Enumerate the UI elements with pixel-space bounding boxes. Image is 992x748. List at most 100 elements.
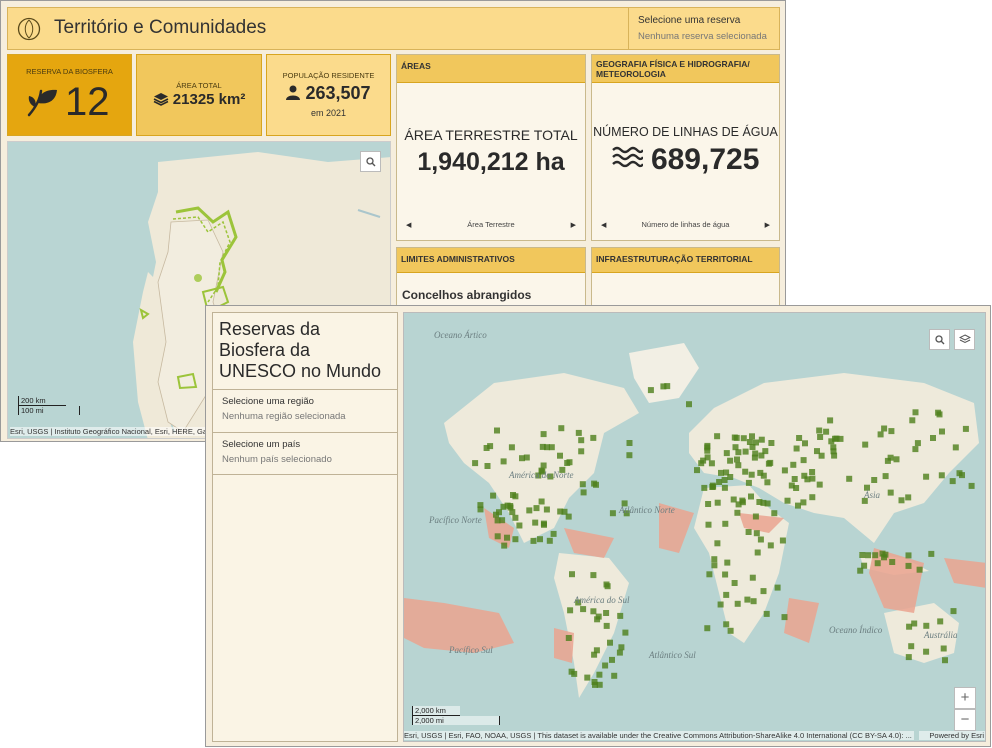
reserve-site-marker[interactable] (767, 542, 774, 549)
reserve-site-marker[interactable] (717, 601, 724, 608)
reserve-site-marker[interactable] (705, 521, 712, 528)
reserve-site-marker[interactable] (578, 437, 585, 444)
reserve-site-marker[interactable] (723, 591, 730, 598)
reserve-site-marker[interactable] (748, 471, 755, 478)
reserve-site-marker[interactable] (507, 503, 514, 509)
nav-prev-button[interactable]: ◀ (406, 221, 411, 229)
reserve-site-marker[interactable] (591, 480, 598, 487)
reserve-site-marker[interactable] (626, 452, 633, 459)
reserve-site-marker[interactable] (887, 489, 894, 496)
reserve-site-marker[interactable] (723, 621, 730, 628)
reserve-site-marker[interactable] (823, 428, 830, 435)
reserve-site-marker[interactable] (906, 623, 913, 630)
reserve-site-marker[interactable] (593, 647, 600, 654)
reserve-site-marker[interactable] (714, 433, 721, 440)
reserve-site-marker[interactable] (711, 556, 718, 563)
reserve-site-marker[interactable] (940, 645, 947, 652)
reserve-site-marker[interactable] (754, 549, 761, 556)
reserve-site-marker[interactable] (526, 507, 533, 514)
reserve-site-marker[interactable] (837, 435, 844, 442)
reserve-site-marker[interactable] (723, 469, 730, 476)
reserve-site-marker[interactable] (538, 498, 545, 505)
reserve-site-marker[interactable] (590, 572, 597, 579)
reserve-site-marker[interactable] (923, 622, 930, 629)
reserve-site-marker[interactable] (879, 550, 886, 557)
reserve-site-marker[interactable] (501, 542, 508, 549)
reserve-site-marker[interactable] (914, 440, 921, 447)
reserve-site-marker[interactable] (874, 560, 881, 567)
reserve-site-marker[interactable] (865, 552, 872, 559)
reserve-site-marker[interactable] (748, 493, 754, 500)
nav-next-button[interactable]: ▶ (765, 221, 770, 229)
nav-next-button[interactable]: ▶ (571, 221, 576, 229)
reserve-site-marker[interactable] (533, 505, 540, 512)
reserve-site-marker[interactable] (722, 571, 729, 578)
reserve-selector[interactable]: Selecione uma reserva Nenhuma reserva se… (628, 8, 781, 49)
reserve-site-marker[interactable] (512, 514, 519, 521)
reserve-site-marker[interactable] (540, 431, 547, 438)
region-selector[interactable]: Selecione uma região Nenhuma região sele… (213, 389, 397, 432)
reserve-site-marker[interactable] (487, 443, 494, 450)
reserve-site-marker[interactable] (734, 600, 741, 607)
reserve-site-marker[interactable] (727, 457, 734, 464)
reserve-site-marker[interactable] (884, 457, 891, 464)
zoom-in-button[interactable]: + (954, 687, 976, 709)
reserve-site-marker[interactable] (753, 530, 760, 537)
reserve-site-marker[interactable] (494, 533, 501, 540)
reserve-site-marker[interactable] (571, 670, 578, 677)
reserve-site-marker[interactable] (508, 444, 515, 451)
reserve-site-marker[interactable] (609, 510, 616, 517)
reserve-site-marker[interactable] (872, 552, 879, 559)
zoom-out-button[interactable]: − (954, 709, 976, 731)
reserve-site-marker[interactable] (557, 508, 564, 515)
reserve-site-marker[interactable] (580, 489, 587, 496)
reserve-site-marker[interactable] (846, 475, 853, 482)
reserve-site-marker[interactable] (704, 625, 711, 632)
reserve-site-marker[interactable] (830, 448, 837, 455)
country-selector[interactable]: Selecione um país Nenhum país selecionad… (213, 432, 397, 475)
reserve-site-marker[interactable] (724, 559, 731, 566)
reserve-site-marker[interactable] (781, 614, 788, 621)
reserve-site-marker[interactable] (760, 499, 767, 506)
reserve-site-marker[interactable] (705, 501, 712, 507)
reserve-site-marker[interactable] (596, 671, 603, 678)
reserve-site-marker[interactable] (530, 537, 537, 544)
reserve-site-marker[interactable] (616, 649, 623, 656)
reserve-site-marker[interactable] (905, 552, 912, 559)
reserve-site-marker[interactable] (760, 588, 767, 595)
reserve-site-marker[interactable] (578, 448, 585, 455)
reserve-site-marker[interactable] (762, 448, 769, 455)
world-map[interactable]: Oceano Ártico América do Norte Pacífico … (403, 312, 986, 742)
reserve-site-marker[interactable] (510, 492, 516, 498)
reserve-site-marker[interactable] (603, 622, 610, 629)
reserve-site-marker[interactable] (802, 440, 808, 447)
reserve-site-marker[interactable] (537, 536, 543, 543)
reserve-site-marker[interactable] (721, 484, 728, 491)
reserve-site-marker[interactable] (827, 417, 834, 424)
reserve-site-marker[interactable] (905, 562, 912, 569)
reserve-site-marker[interactable] (740, 435, 747, 442)
world-search-button[interactable] (929, 329, 950, 350)
reserve-site-marker[interactable] (832, 435, 838, 442)
reserve-site-marker[interactable] (733, 434, 740, 441)
reserve-site-marker[interactable] (949, 478, 956, 485)
reserve-site-marker[interactable] (686, 401, 692, 408)
reserve-site-marker[interactable] (871, 477, 878, 483)
reserve-site-marker[interactable] (749, 574, 756, 581)
reserve-site-marker[interactable] (753, 439, 759, 446)
reserve-site-marker[interactable] (484, 463, 491, 469)
reserve-site-marker[interactable] (618, 644, 625, 651)
reserve-site-marker[interactable] (928, 550, 935, 557)
reserve-site-marker[interactable] (704, 454, 711, 461)
reserve-site-marker[interactable] (546, 537, 553, 544)
reserve-site-marker[interactable] (519, 455, 525, 462)
reserve-site-marker[interactable] (472, 460, 479, 467)
reserve-site-marker[interactable] (731, 580, 738, 586)
reserve-site-marker[interactable] (758, 436, 765, 443)
reserve-site-marker[interactable] (584, 674, 591, 681)
reserve-site-marker[interactable] (796, 435, 803, 441)
reserve-site-marker[interactable] (604, 583, 611, 590)
reserve-site-marker[interactable] (757, 536, 764, 543)
reserve-site-marker[interactable] (664, 383, 671, 390)
reserve-site-marker[interactable] (793, 445, 800, 452)
